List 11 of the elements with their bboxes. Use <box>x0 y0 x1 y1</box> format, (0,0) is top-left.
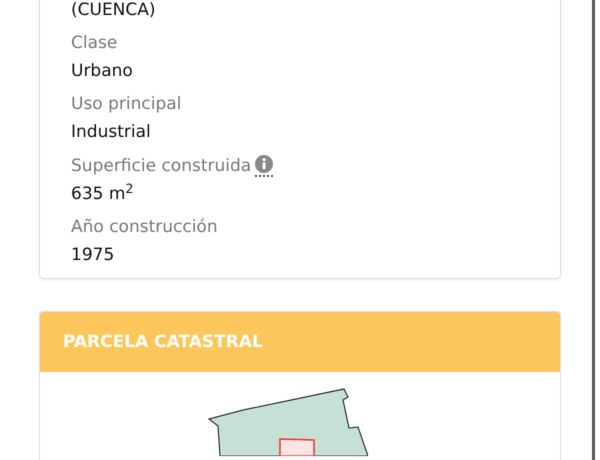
field-value: Urbano <box>71 60 133 82</box>
field-value: 635 m$^{2}$ <box>71 183 134 205</box>
field-value: Industrial <box>71 121 151 143</box>
info-icon[interactable] <box>255 154 274 173</box>
field-label: Año construcción <box>71 216 218 238</box>
address-text: (CUENCA) <box>71 0 156 21</box>
field-label: Uso principal <box>71 93 182 115</box>
card-title: PARCELA CATASTRAL <box>63 331 263 353</box>
field-label: Superficie construida <box>71 154 252 176</box>
field-label: Clase <box>71 32 118 54</box>
field-value: 1975 <box>71 244 114 266</box>
